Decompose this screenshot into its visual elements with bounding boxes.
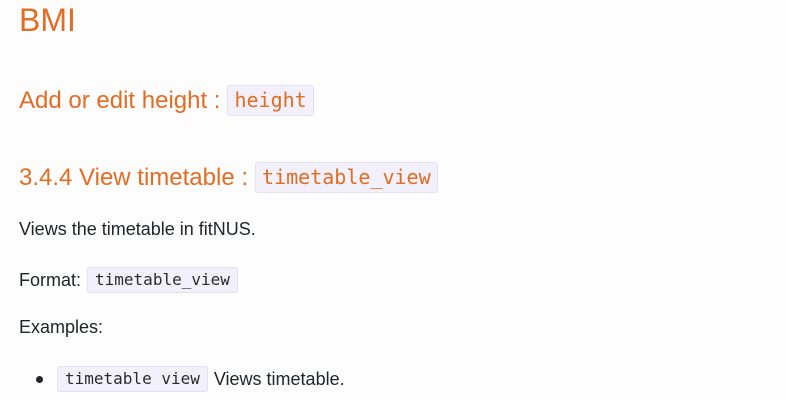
list-item: timetable view Views timetable. (36, 366, 345, 392)
add-edit-height-heading: Add or edit height : height (19, 85, 314, 116)
examples-label: Examples: (19, 317, 104, 337)
example-text: Views timetable. (213, 368, 345, 389)
bullet-icon (36, 375, 43, 383)
view-timetable-heading-text: 3.4.4 View timetable : (19, 163, 249, 191)
bmi-heading: BMI (19, 2, 76, 38)
examples-list: timetable view Views timetable. (36, 366, 345, 392)
format-label: Format: (19, 269, 82, 290)
document-page: BMI Add or edit height : height 3.4.4 Vi… (0, 0, 786, 400)
timetable-view-command-code: timetable_view (255, 162, 438, 193)
example-code: timetable view (57, 366, 208, 392)
height-command-code: height (227, 85, 314, 116)
view-timetable-heading: 3.4.4 View timetable : timetable_view (19, 162, 438, 193)
format-line: Format: timetable_view (19, 267, 238, 293)
timetable-description: Views the timetable in fitNUS. (19, 219, 256, 239)
format-code: timetable_view (87, 267, 238, 293)
add-edit-height-heading-text: Add or edit height : (19, 86, 221, 114)
